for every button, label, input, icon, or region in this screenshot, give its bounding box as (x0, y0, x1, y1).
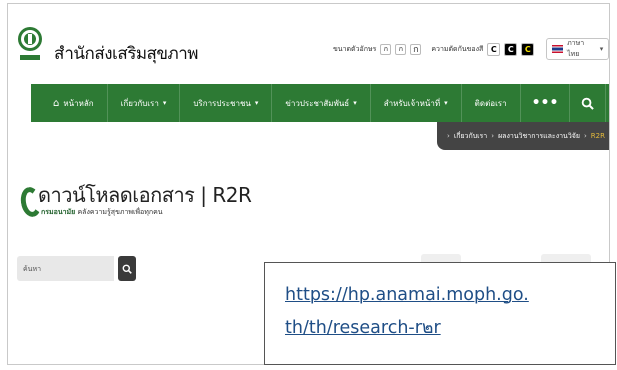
nav-item-label: หน้าหลัก (63, 98, 94, 108)
sitemap-button[interactable] (606, 84, 609, 122)
page-subtitle: กรมอนามัย คลังความรู้สุขภาพเพื่อทุกคน (41, 207, 163, 218)
main-nav: ⌂ หน้าหลัก เกี่ยวกับเรา ▾ บริการประชาชน … (31, 84, 609, 122)
chevron-down-icon: ▾ (444, 99, 448, 107)
search-button[interactable] (118, 256, 136, 281)
nav-item-contact[interactable]: ติดต่อเรา (462, 84, 521, 122)
contrast-label: ความตัดกันของสี (431, 44, 484, 53)
font-size-label: ขนาดตัวอักษร (333, 44, 377, 53)
url-link-line-2[interactable]: th/th/research-r๒r (285, 312, 615, 345)
breadcrumb-item-current: R2R (590, 132, 605, 140)
nav-item-services[interactable]: บริการประชาชน ▾ (180, 84, 273, 122)
nav-item-about[interactable]: เกี่ยวกับเรา ▾ (108, 84, 181, 122)
font-size-large-button[interactable]: ก (410, 43, 422, 55)
search-icon (122, 264, 132, 274)
contrast-dark-button[interactable]: C (504, 42, 518, 56)
site-title[interactable]: สำนักส่งเสริมสุขภาพ (54, 40, 199, 67)
contrast-yellow-button[interactable]: C (521, 42, 535, 56)
url-link-line-1[interactable]: https://hp.anamai.moph.go. (285, 279, 615, 312)
page-subtitle-bold: กรมอนามัย (41, 208, 76, 216)
nav-item-label: ข่าวประชาสัมพันธ์ (285, 98, 350, 108)
breadcrumb-item-about[interactable]: เกี่ยวกับเรา (454, 131, 487, 142)
nav-item-home[interactable]: ⌂ หน้าหลัก (31, 84, 108, 122)
language-select[interactable]: ภาษาไทย ▾ (546, 38, 609, 60)
chevron-down-icon: ▾ (162, 99, 167, 107)
language-label: ภาษาไทย (567, 39, 585, 58)
breadcrumb-separator: › (583, 132, 587, 140)
nav-item-label: ติดต่อเรา (474, 98, 507, 108)
nav-item-news[interactable]: ข่าวประชาสัมพันธ์ ▾ (272, 84, 371, 122)
more-menu-button[interactable]: ••• (521, 84, 571, 122)
nav-search-button[interactable] (570, 84, 607, 122)
breadcrumb-separator: › (491, 132, 495, 140)
page-subtitle-text: คลังความรู้สุขภาพเพื่อทุกคน (77, 208, 163, 216)
search-input[interactable]: ค้นหา (17, 256, 114, 281)
url-callout: https://hp.anamai.moph.go. th/th/researc… (264, 262, 616, 365)
font-size-medium-button[interactable]: ก (395, 43, 407, 55)
font-size-small-button[interactable]: ก (380, 43, 392, 55)
nav-item-label: เกี่ยวกับเรา (120, 98, 159, 108)
accessibility-tools: ขนาดตัวอักษร ก ก ก ความตัดกันของสี C C C… (333, 38, 609, 60)
breadcrumb: › เกี่ยวกับเรา › ผลงานวิชาการและงานวิจัย… (437, 122, 609, 150)
chevron-down-icon: ▾ (599, 45, 604, 53)
nav-item-label: สำหรับเจ้าหน้าที่ (383, 98, 441, 108)
chevron-down-icon: ▾ (254, 99, 259, 107)
breadcrumb-item-research[interactable]: ผลงานวิชาการและงานวิจัย (498, 131, 580, 142)
home-icon: ⌂ (53, 97, 60, 109)
nav-item-staff[interactable]: สำหรับเจ้าหน้าที่ ▾ (371, 84, 462, 122)
department-logo[interactable] (17, 26, 43, 64)
contrast-normal-button[interactable]: C (487, 42, 501, 56)
thai-flag-icon (552, 45, 564, 53)
nav-item-label: บริการประชาชน (193, 98, 251, 108)
site-header: สำนักส่งเสริมสุขภาพ ขนาดตัวอักษร ก ก ก ค… (8, 4, 609, 84)
search-icon (582, 97, 595, 110)
breadcrumb-separator: › (447, 132, 450, 140)
chevron-down-icon: ▾ (353, 99, 357, 107)
